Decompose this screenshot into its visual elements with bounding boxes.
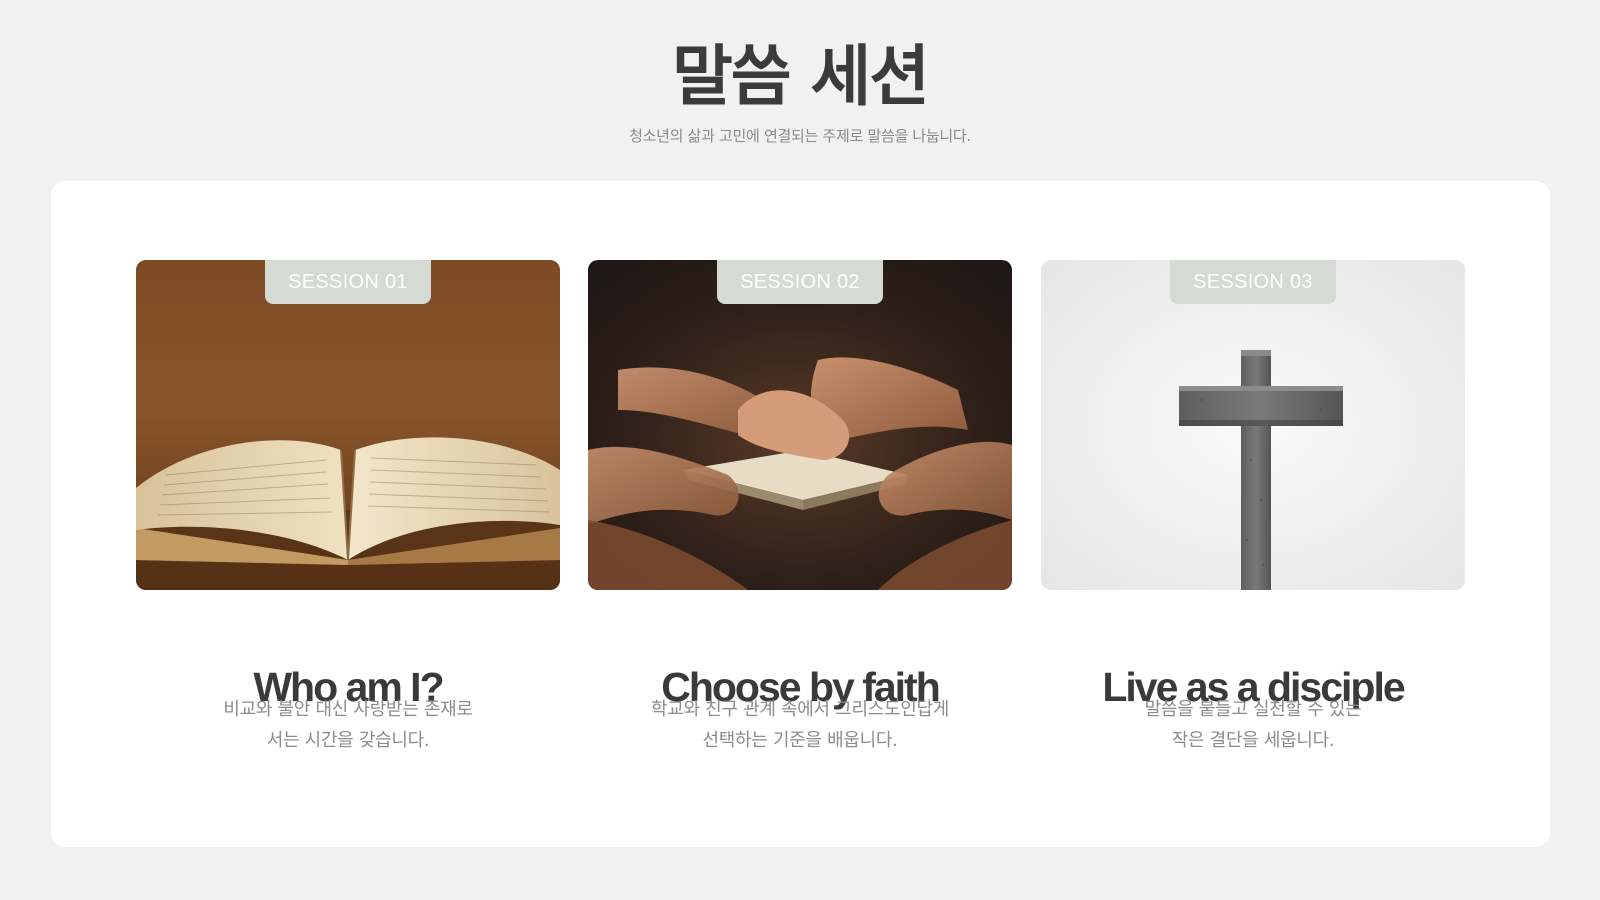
session-description-line: 말씀을 붙들고 실천할 수 있는 xyxy=(1144,699,1362,720)
session-card-01[interactable]: SESSION 01 Who am I? 비교와 불안 대신 사랑받는 존재로 … xyxy=(136,260,560,780)
stone-cross-photo xyxy=(1041,260,1465,590)
session-description-line: 비교와 불안 대신 사랑받는 존재로 xyxy=(223,699,473,720)
session-description: 말씀을 붙들고 실천할 수 있는 작은 결단을 세웁니다. xyxy=(1041,694,1465,756)
session-badge: SESSION 02 xyxy=(717,260,883,304)
session-description: 학교와 친구 관계 속에서 그리스도인답게 선택하는 기준을 배웁니다. xyxy=(588,694,1012,756)
page-subtitle: 청소년의 삶과 고민에 연결되는 주제로 말씀을 나눕니다. xyxy=(629,127,971,145)
session-description-line: 서는 시간을 갖습니다. xyxy=(266,730,430,751)
session-description-line: 학교와 친구 관계 속에서 그리스도인답게 xyxy=(650,699,950,720)
page-header: 말씀 세션 청소년의 삶과 고민에 연결되는 주제로 말씀을 나눕니다. xyxy=(0,0,1600,146)
open-bible-image xyxy=(136,260,560,590)
session-card-02[interactable]: SESSION 02 Choose by faith 학교와 친구 관계 속에서… xyxy=(588,260,1012,780)
session-description: 비교와 불안 대신 사랑받는 존재로 서는 시간을 갖습니다. xyxy=(136,694,560,756)
open-bible-photo xyxy=(136,260,560,590)
page-title: 말씀 세션 xyxy=(672,38,930,115)
session-badge: SESSION 01 xyxy=(265,260,431,304)
session-description-line: 작은 결단을 세웁니다. xyxy=(1171,730,1335,751)
praying-hands-image xyxy=(588,260,1012,590)
stone-cross-image xyxy=(1041,260,1465,590)
session-description-line: 선택하는 기준을 배웁니다. xyxy=(702,730,898,751)
session-badge: SESSION 03 xyxy=(1170,260,1336,304)
session-card-03[interactable]: SESSION 03 Live as a disciple 말씀을 붙들고 실천… xyxy=(1041,260,1465,780)
sessions-panel: SESSION 01 Who am I? 비교와 불안 대신 사랑받는 존재로 … xyxy=(51,181,1550,847)
praying-hands-photo xyxy=(588,260,1012,590)
session-card-list: SESSION 01 Who am I? 비교와 불안 대신 사랑받는 존재로 … xyxy=(136,260,1466,780)
